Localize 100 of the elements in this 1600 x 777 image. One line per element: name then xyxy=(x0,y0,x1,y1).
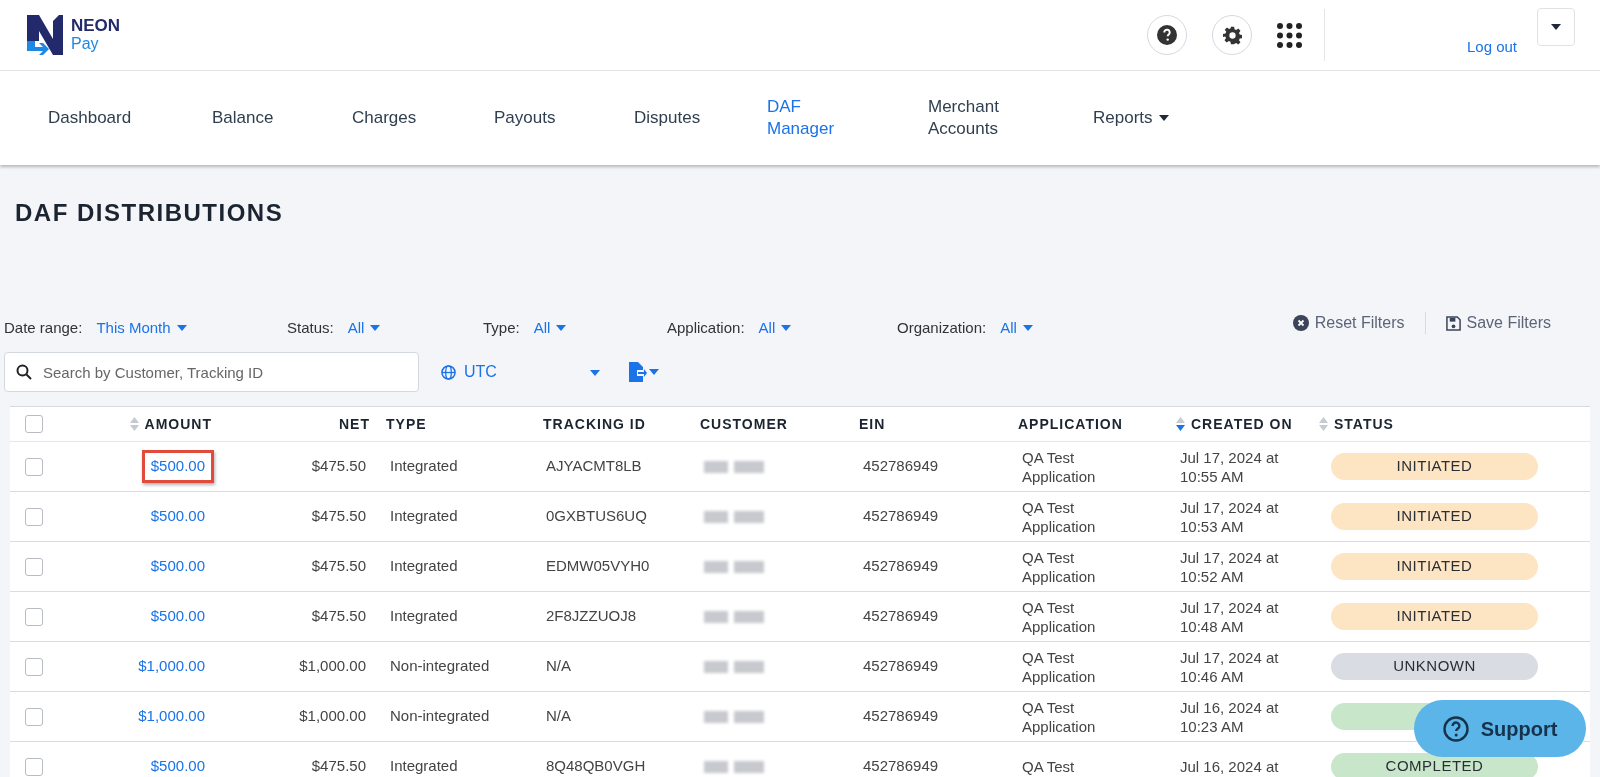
caret-icon xyxy=(589,369,601,376)
amount-link[interactable]: $500.00 xyxy=(141,600,214,633)
redacted-text xyxy=(704,610,764,623)
amount-link[interactable]: $1,000.00 xyxy=(129,700,214,733)
caret-icon xyxy=(556,325,567,331)
row-checkbox[interactable] xyxy=(25,607,43,626)
nav-tab[interactable]: Reports xyxy=(1093,107,1169,129)
row-checkbox[interactable] xyxy=(25,457,43,476)
nav-tab[interactable]: Payouts xyxy=(494,107,556,129)
column-header: TRACKING ID xyxy=(543,414,646,434)
caret-icon xyxy=(1022,325,1033,331)
status-badge: UNKNOWN xyxy=(1331,653,1538,680)
filter-dropdown[interactable]: All xyxy=(347,316,381,340)
filter-dropdown[interactable]: This Month xyxy=(96,316,187,340)
nav-tab[interactable]: Balance xyxy=(212,107,274,129)
table-cell-text: Jul 17, 2024 at xyxy=(1180,547,1280,567)
table-cell-text: $475.50 xyxy=(311,606,366,627)
table-cell: 452786949 xyxy=(863,457,939,475)
amount-link[interactable]: $500.00 xyxy=(141,450,214,483)
help-icon xyxy=(1442,715,1469,742)
status-badge: INITIATED xyxy=(1331,553,1538,580)
nav-tab[interactable]: Disputes xyxy=(634,107,701,129)
caret-icon xyxy=(1551,24,1561,30)
amount-link[interactable]: $500.00 xyxy=(141,550,214,583)
table-cell: Integrated xyxy=(390,607,458,625)
save-filters-button[interactable]: Save Filters xyxy=(1445,311,1551,335)
table-cell: N/A xyxy=(546,657,571,675)
column-header[interactable]: STATUS xyxy=(1334,413,1394,435)
table-cell-text: Application xyxy=(1022,566,1097,586)
caret-icon xyxy=(176,325,187,331)
column-header[interactable]: CREATED ON xyxy=(1191,413,1293,435)
column-header: CUSTOMER xyxy=(700,414,788,434)
table-cell-text: 10:23 AM xyxy=(1180,716,1245,736)
save-icon xyxy=(1445,315,1461,331)
table-cell-text: QA Test xyxy=(1022,497,1076,517)
row-checkbox[interactable] xyxy=(25,657,43,676)
filter-label: Application: xyxy=(667,317,745,338)
reset-filters-button[interactable]: Reset Filters xyxy=(1292,311,1405,335)
caret-icon xyxy=(649,369,659,375)
caret-icon xyxy=(781,325,792,331)
column-header: TYPE xyxy=(386,414,427,434)
filter-dropdown[interactable]: All xyxy=(758,316,792,340)
amount-link[interactable]: $1,000.00 xyxy=(129,650,214,683)
table-cell-text: Application xyxy=(1022,716,1097,736)
search-icon xyxy=(16,364,32,380)
filter-dropdown[interactable]: All xyxy=(533,316,567,340)
table-cell: 452786949 xyxy=(863,707,939,725)
support-button[interactable]: Support xyxy=(1414,700,1586,757)
page-title: DAF DISTRIBUTIONS xyxy=(15,198,285,228)
logo[interactable]: NEON Pay xyxy=(25,13,121,57)
product-name: Pay xyxy=(71,35,100,53)
table-cell-text: Jul 16, 2024 at xyxy=(1180,697,1280,717)
nav-tab[interactable]: DAF Manager xyxy=(767,96,867,140)
table-cell-text: QA Test xyxy=(1022,547,1076,567)
account-menu-button[interactable] xyxy=(1537,8,1575,46)
filter-label: Status: xyxy=(287,317,334,338)
table-cell-text: 10:48 AM xyxy=(1180,616,1245,636)
search-field[interactable]: Search by Customer, Tracking ID xyxy=(4,352,419,392)
table-cell-text: Application xyxy=(1022,516,1097,536)
column-header[interactable]: AMOUNT xyxy=(144,413,212,435)
apps-button[interactable] xyxy=(1274,20,1304,50)
table-cell: Non-integrated xyxy=(390,657,490,675)
filter-label: Date range: xyxy=(4,317,83,338)
table-cell-text: 10:55 AM xyxy=(1180,466,1245,486)
table-cell: 0GXBTUS6UQ xyxy=(546,507,647,525)
table-cell-text: Jul 16, 2024 at xyxy=(1180,757,1280,776)
amount-link[interactable]: $500.00 xyxy=(141,750,214,777)
amount-link[interactable]: $500.00 xyxy=(141,500,214,533)
settings-icon xyxy=(1222,25,1242,45)
nav-tab[interactable]: Dashboard xyxy=(48,107,132,129)
redacted-text xyxy=(704,710,764,723)
sort-icon[interactable] xyxy=(1176,417,1185,431)
globe-icon xyxy=(441,364,456,380)
column-header: APPLICATION xyxy=(1018,414,1123,434)
table-cell-text: QA Test xyxy=(1022,597,1076,617)
table-cell: 8Q48QB0VGH xyxy=(546,757,646,775)
table-cell: Integrated xyxy=(390,457,458,475)
table-cell-text: $1,000.00 xyxy=(299,656,366,677)
table-cell: 452786949 xyxy=(863,607,939,625)
nav-tab[interactable]: Merchant Accounts xyxy=(928,96,1028,140)
table-cell: EDMW05VYH0 xyxy=(546,557,650,575)
filter-label: Organization: xyxy=(897,317,987,338)
select-all-checkbox[interactable] xyxy=(25,415,43,433)
clear-icon xyxy=(1292,315,1309,331)
status-badge: INITIATED xyxy=(1331,453,1538,480)
logout-link[interactable]: Log out xyxy=(1466,35,1517,58)
timezone-dropdown[interactable]: UTC xyxy=(441,360,601,384)
filter-dropdown[interactable]: All xyxy=(1000,316,1033,340)
table-cell-text: Application xyxy=(1022,616,1097,636)
nav-tab[interactable]: Charges xyxy=(352,107,417,129)
row-checkbox[interactable] xyxy=(25,757,43,776)
filter-label: Type: xyxy=(483,317,520,338)
column-header: NET xyxy=(339,414,370,434)
row-checkbox[interactable] xyxy=(25,707,43,726)
table-cell-text: Application xyxy=(1022,666,1097,686)
row-checkbox[interactable] xyxy=(25,507,43,526)
brand-name: NEON xyxy=(71,17,121,35)
table-cell-text: 10:52 AM xyxy=(1180,566,1245,586)
row-checkbox[interactable] xyxy=(25,557,43,576)
export-button[interactable] xyxy=(629,362,659,382)
